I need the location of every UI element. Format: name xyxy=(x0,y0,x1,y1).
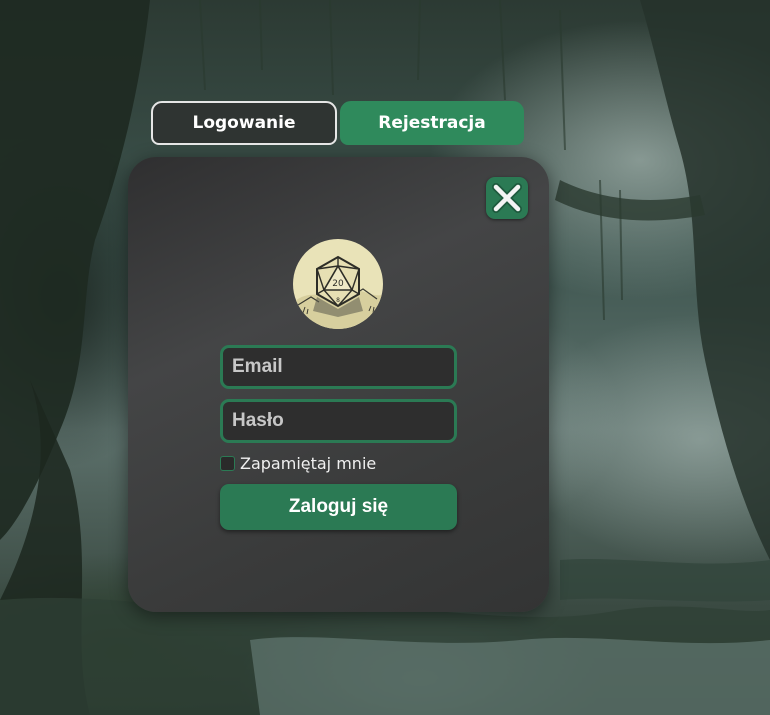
email-field[interactable] xyxy=(220,345,457,389)
svg-text:8: 8 xyxy=(336,297,340,304)
svg-text:20: 20 xyxy=(332,279,344,289)
tab-login[interactable]: Logowanie xyxy=(151,101,337,145)
remember-me[interactable]: Zapamiętaj mnie xyxy=(220,454,376,473)
password-field[interactable] xyxy=(220,399,457,443)
d20-dice-logo: 20 8 xyxy=(293,239,383,329)
login-button[interactable]: Zaloguj się xyxy=(220,484,457,530)
remember-me-checkbox[interactable] xyxy=(220,456,235,471)
tab-register[interactable]: Rejestracja xyxy=(340,101,524,145)
login-panel: 20 8 Zapamiętaj mnie Zaloguj się xyxy=(128,157,549,612)
remember-me-label: Zapamiętaj mnie xyxy=(240,454,377,473)
close-icon xyxy=(492,183,522,213)
auth-tabs: Logowanie Rejestracja xyxy=(151,101,524,145)
close-button[interactable] xyxy=(486,177,528,219)
